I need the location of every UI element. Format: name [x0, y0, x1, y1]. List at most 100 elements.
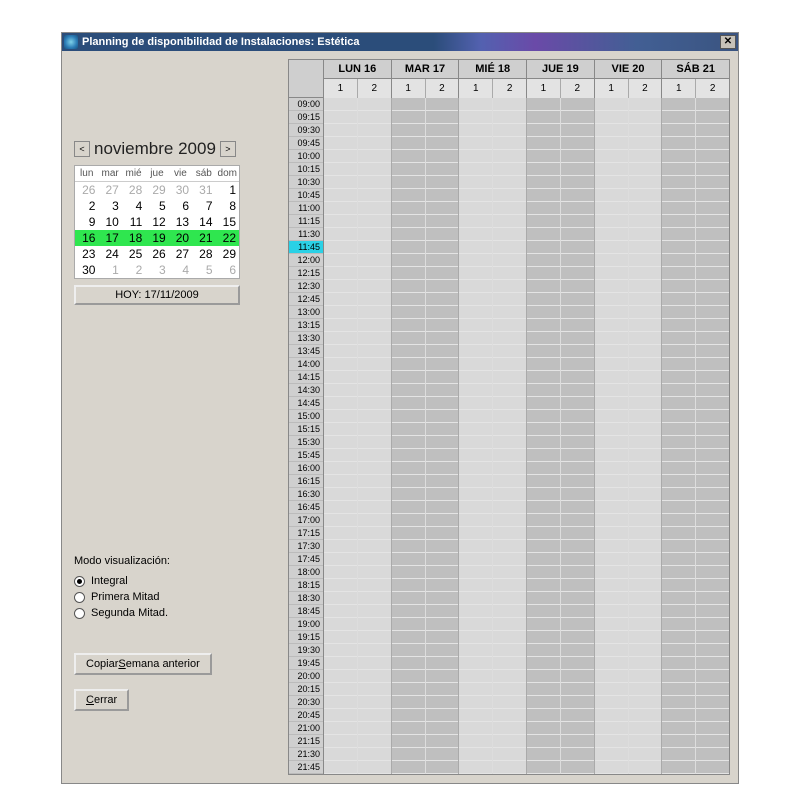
- grid-cell[interactable]: [392, 618, 425, 631]
- grid-cell[interactable]: [426, 293, 459, 306]
- grid-cell[interactable]: [493, 163, 526, 176]
- grid-cell[interactable]: [696, 150, 729, 163]
- grid-cell[interactable]: [426, 124, 459, 137]
- grid-cell[interactable]: [595, 267, 628, 280]
- grid-cell[interactable]: [358, 592, 391, 605]
- grid-cell[interactable]: [358, 462, 391, 475]
- grid-cell[interactable]: [595, 618, 628, 631]
- grid-cell[interactable]: [358, 748, 391, 761]
- grid-cell[interactable]: [662, 670, 695, 683]
- grid-cell[interactable]: [358, 124, 391, 137]
- grid-cell[interactable]: [358, 579, 391, 592]
- grid-cell[interactable]: [561, 176, 594, 189]
- grid-cell[interactable]: [696, 345, 729, 358]
- grid-cell[interactable]: [696, 462, 729, 475]
- grid-cell[interactable]: [324, 553, 357, 566]
- grid-cell[interactable]: [561, 488, 594, 501]
- grid-cell[interactable]: [493, 371, 526, 384]
- grid-cell[interactable]: [426, 228, 459, 241]
- grid-cell[interactable]: [595, 761, 628, 774]
- time-slot-label[interactable]: 16:00: [289, 462, 323, 475]
- grid-cell[interactable]: [662, 683, 695, 696]
- grid-cell[interactable]: [426, 709, 459, 722]
- view-mode-option[interactable]: Primera Mitad: [74, 591, 274, 603]
- grid-cell[interactable]: [561, 189, 594, 202]
- grid-cell[interactable]: [629, 501, 662, 514]
- grid-cell[interactable]: [358, 657, 391, 670]
- grid-cell[interactable]: [662, 384, 695, 397]
- calendar-week[interactable]: 30123456: [75, 262, 239, 278]
- grid-cell[interactable]: [662, 488, 695, 501]
- grid-cell[interactable]: [561, 722, 594, 735]
- grid-cell[interactable]: [527, 345, 560, 358]
- grid-cell[interactable]: [392, 540, 425, 553]
- grid-cell[interactable]: [561, 202, 594, 215]
- grid-cell[interactable]: [527, 527, 560, 540]
- grid-cell[interactable]: [595, 696, 628, 709]
- calendar-day[interactable]: 9: [75, 214, 98, 230]
- grid-cell[interactable]: [561, 579, 594, 592]
- grid-cell[interactable]: [629, 683, 662, 696]
- calendar-day[interactable]: 28: [192, 246, 215, 262]
- grid-cell[interactable]: [426, 423, 459, 436]
- subcolumn[interactable]: [527, 98, 561, 774]
- grid-cell[interactable]: [493, 241, 526, 254]
- calendar-day[interactable]: 16: [75, 230, 98, 246]
- grid-cell[interactable]: [696, 670, 729, 683]
- grid-cell[interactable]: [392, 761, 425, 774]
- grid-cell[interactable]: [662, 644, 695, 657]
- grid-cell[interactable]: [358, 436, 391, 449]
- grid-cell[interactable]: [426, 306, 459, 319]
- grid-cell[interactable]: [426, 488, 459, 501]
- time-slot-label[interactable]: 19:15: [289, 631, 323, 644]
- grid-cell[interactable]: [527, 241, 560, 254]
- grid-cell[interactable]: [561, 319, 594, 332]
- grid-cell[interactable]: [426, 566, 459, 579]
- grid-cell[interactable]: [629, 553, 662, 566]
- grid-cell[interactable]: [358, 150, 391, 163]
- grid-cell[interactable]: [595, 98, 628, 111]
- grid-cell[interactable]: [629, 163, 662, 176]
- grid-cell[interactable]: [493, 527, 526, 540]
- grid-cell[interactable]: [629, 644, 662, 657]
- grid-cell[interactable]: [493, 566, 526, 579]
- grid-cell[interactable]: [595, 527, 628, 540]
- grid-cell[interactable]: [561, 683, 594, 696]
- grid-cell[interactable]: [561, 384, 594, 397]
- grid-cell[interactable]: [324, 605, 357, 618]
- grid-cell[interactable]: [629, 696, 662, 709]
- time-slot-label[interactable]: 18:30: [289, 592, 323, 605]
- grid-cell[interactable]: [595, 644, 628, 657]
- grid-cell[interactable]: [493, 735, 526, 748]
- grid-cell[interactable]: [459, 384, 492, 397]
- grid-cell[interactable]: [527, 696, 560, 709]
- time-slot-label[interactable]: 09:30: [289, 124, 323, 137]
- grid-cell[interactable]: [662, 189, 695, 202]
- grid-cell[interactable]: [696, 319, 729, 332]
- grid-cell[interactable]: [527, 709, 560, 722]
- grid-cell[interactable]: [358, 384, 391, 397]
- time-slot-label[interactable]: 09:45: [289, 137, 323, 150]
- grid-cell[interactable]: [696, 423, 729, 436]
- grid-cell[interactable]: [561, 696, 594, 709]
- grid-cell[interactable]: [358, 501, 391, 514]
- grid-cell[interactable]: [459, 566, 492, 579]
- grid-cell[interactable]: [493, 540, 526, 553]
- grid-cell[interactable]: [696, 410, 729, 423]
- grid-cell[interactable]: [426, 592, 459, 605]
- grid-cell[interactable]: [324, 189, 357, 202]
- grid-cell[interactable]: [595, 462, 628, 475]
- grid-cell[interactable]: [696, 449, 729, 462]
- grid-cell[interactable]: [696, 384, 729, 397]
- grid-cell[interactable]: [358, 371, 391, 384]
- time-slot-label[interactable]: 13:45: [289, 345, 323, 358]
- grid-cell[interactable]: [527, 631, 560, 644]
- grid-cell[interactable]: [662, 657, 695, 670]
- grid-cell[interactable]: [696, 566, 729, 579]
- grid-cell[interactable]: [358, 358, 391, 371]
- calendar-week[interactable]: 2345678: [75, 198, 239, 214]
- grid-cell[interactable]: [595, 254, 628, 267]
- grid-cell[interactable]: [426, 579, 459, 592]
- time-slot-label[interactable]: 13:30: [289, 332, 323, 345]
- grid-cell[interactable]: [696, 644, 729, 657]
